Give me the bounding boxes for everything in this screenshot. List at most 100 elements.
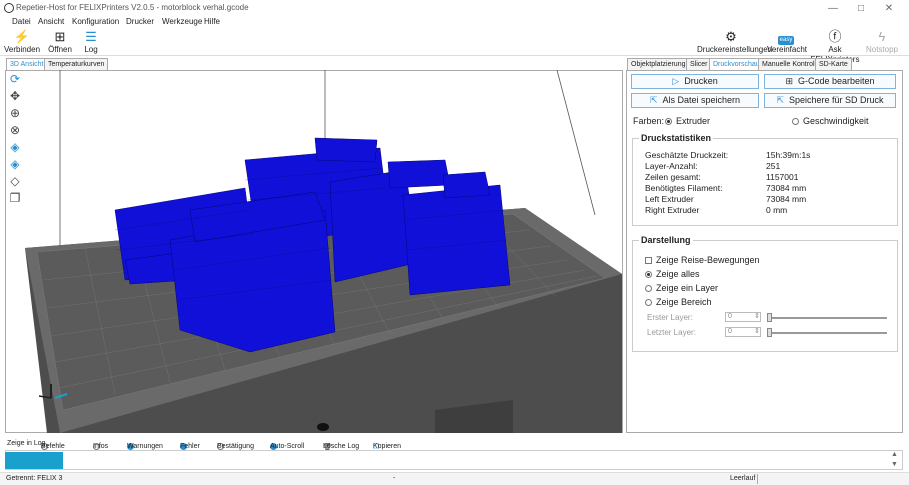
print-button[interactable]: ▷ Drucken xyxy=(631,74,759,89)
viewport-toolbar: ⟳ ✥ ⊕ ⊗ ◈ ◈ ◇ ❐ xyxy=(8,72,24,208)
zoom-icon[interactable]: ⊕ xyxy=(8,106,22,120)
menu-werkzeuge[interactable]: Werkzeuge xyxy=(162,17,202,26)
stat-value: 0 mm xyxy=(766,205,788,215)
save-for-sd-button[interactable]: ⇱ Speichere für SD Druck xyxy=(764,93,896,108)
stat-label: Right Extruder xyxy=(645,205,700,215)
window-title: Repetier-Host for FELIXPrinters V2.0.5 -… xyxy=(16,3,249,12)
status-bar: Getrennt: FELIX 3 - Leerlauf xyxy=(0,472,909,485)
clone-view-icon[interactable]: ❐ xyxy=(8,191,22,205)
edit-icon: ⊞ xyxy=(785,76,793,86)
stats-title: Druckstatistiken xyxy=(639,133,714,143)
print-preview-panel: ▷ Drucken ⊞ G-Code bearbeiten ⇱ Als Datei s… xyxy=(626,70,903,433)
export-icon: ⇱ xyxy=(649,95,658,105)
menu-konfiguration[interactable]: Konfiguration xyxy=(72,17,119,26)
tab-sd-card[interactable]: SD-Karte xyxy=(815,58,852,70)
idle-status: Leerlauf xyxy=(730,475,756,482)
menu-hilfe[interactable]: Hilfe xyxy=(204,17,220,26)
play-icon: ▷ xyxy=(672,76,680,86)
last-layer-label: Letzter Layer: xyxy=(647,328,696,337)
color-speed-radio[interactable]: Geschwindigkeit xyxy=(792,116,869,126)
file-plus-icon: ⊞ xyxy=(54,29,66,44)
stat-value: 15h:39m:1s xyxy=(766,150,811,160)
tab-temperature-curves[interactable]: Temperaturkurven xyxy=(44,58,109,70)
stat-label: Benötigtes Filament: xyxy=(645,183,723,193)
toolbar: ⚡ Verbinden ⊞ Öffnen ☰ Log ⚙ Druckereins… xyxy=(0,29,909,64)
edit-gcode-button[interactable]: ⊞ G-Code bearbeiten xyxy=(764,74,896,89)
menu-bar: Datei Ansicht Konfiguration Drucker Werk… xyxy=(0,17,909,29)
colors-label: Farben: xyxy=(633,116,665,126)
display-group: Darstellung Zeige Reise-Bewegungen Zeige… xyxy=(632,235,898,352)
gear-icon: ⚙ xyxy=(725,29,737,44)
log-toolbar: Zeige in Log Befehle Infos Warnungen Feh… xyxy=(7,440,402,451)
stat-label: Layer-Anzahl: xyxy=(645,161,698,171)
radio-icon xyxy=(645,299,652,307)
front-view-icon[interactable]: ◈ xyxy=(8,140,22,154)
move-icon[interactable]: ✥ xyxy=(8,89,22,103)
menu-ansicht[interactable]: Ansicht xyxy=(38,17,64,26)
tab-object-placement[interactable]: Objektplatzierung xyxy=(627,58,690,70)
radio-icon xyxy=(665,118,672,126)
plug-icon: ⚡ xyxy=(13,29,31,44)
print-statistics-group: Druckstatistiken Geschätzte Druckzeit: 1… xyxy=(632,133,898,226)
printer-settings-button[interactable]: ⚙ Druckereinstellungen xyxy=(697,29,772,55)
open-button[interactable]: ⊞ Öffnen xyxy=(46,29,74,55)
easy-badge-icon: easy xyxy=(777,36,795,45)
maximize-button[interactable]: □ xyxy=(850,2,872,15)
close-button[interactable]: ✕ xyxy=(878,2,900,15)
export-icon: ⇱ xyxy=(776,95,784,105)
app-logo-icon xyxy=(4,3,14,13)
ask-felix-button[interactable]: ⓕ Ask FELIXprinters xyxy=(808,29,862,64)
show-travel-checkbox[interactable]: Zeige Reise-Bewegungen xyxy=(645,255,760,265)
tab-print-preview[interactable]: Druckvorschau xyxy=(709,58,764,70)
log-scroll-down-icon[interactable]: ▼ xyxy=(891,461,898,468)
side-view-icon[interactable]: ◇ xyxy=(8,174,22,188)
log-button[interactable]: ☰ Log xyxy=(80,29,102,55)
stepper-icon[interactable]: ⇕ xyxy=(754,327,760,335)
radio-icon xyxy=(645,285,652,293)
stat-value: 73084 mm xyxy=(766,194,807,204)
show-all-radio[interactable]: Zeige alles xyxy=(645,269,700,279)
stat-label: Zeilen gesamt: xyxy=(645,172,701,182)
checkbox-icon xyxy=(645,257,652,265)
checklist-icon: ☰ xyxy=(85,29,97,44)
simplified-mode-button[interactable]: easy Vereinfacht xyxy=(767,29,807,55)
first-layer-slider-handle[interactable] xyxy=(767,313,772,322)
display-title: Darstellung xyxy=(639,235,693,245)
stat-value: 73084 mm xyxy=(766,183,807,193)
title-bar: Repetier-Host for FELIXPrinters V2.0.5 -… xyxy=(0,0,909,17)
connect-button[interactable]: ⚡ Verbinden xyxy=(4,29,40,55)
felix-logo-icon: ⓕ xyxy=(828,29,842,44)
top-view-icon[interactable]: ◈ xyxy=(8,157,22,171)
first-layer-label: Erster Layer: xyxy=(647,313,693,322)
reset-view-icon[interactable]: ⊗ xyxy=(8,123,22,137)
status-middle: - xyxy=(393,475,396,482)
last-layer-slider-handle[interactable] xyxy=(767,328,772,337)
status-divider xyxy=(757,474,758,484)
tab-slicer[interactable]: Slicer xyxy=(686,58,712,70)
stat-value: 251 xyxy=(766,161,781,171)
menu-datei[interactable]: Datei xyxy=(12,17,31,26)
rotate-icon[interactable]: ⟳ xyxy=(8,72,22,86)
stat-label: Left Extruder xyxy=(645,194,694,204)
radio-icon xyxy=(792,118,799,126)
stat-label: Geschätzte Druckzeit: xyxy=(645,150,729,160)
first-layer-slider[interactable] xyxy=(769,317,887,319)
menu-drucker[interactable]: Drucker xyxy=(126,17,154,26)
last-layer-slider[interactable] xyxy=(769,332,887,334)
emergency-stop-button[interactable]: ϟ Notstopp xyxy=(864,29,900,55)
show-range-radio[interactable]: Zeige Bereich xyxy=(645,297,712,307)
minimize-button[interactable]: — xyxy=(822,2,844,15)
stat-value: 1157001 xyxy=(766,172,799,182)
log-selected-line xyxy=(5,452,63,469)
connection-status: Getrennt: FELIX 3 xyxy=(6,475,63,482)
show-one-layer-radio[interactable]: Zeige ein Layer xyxy=(645,283,718,293)
log-scroll-up-icon[interactable]: ▲ xyxy=(891,451,898,458)
lightning-icon: ϟ xyxy=(878,29,886,44)
show-in-log-label: Zeige in Log xyxy=(7,440,46,447)
3d-scene[interactable] xyxy=(5,70,623,433)
log-area[interactable] xyxy=(5,450,903,470)
color-extruder-radio[interactable]: Extruder xyxy=(665,116,710,126)
stepper-icon[interactable]: ⇕ xyxy=(754,312,760,320)
tab-3d-view[interactable]: 3D Ansicht xyxy=(6,58,48,70)
save-as-file-button[interactable]: ⇱ Als Datei speichern xyxy=(631,93,759,108)
